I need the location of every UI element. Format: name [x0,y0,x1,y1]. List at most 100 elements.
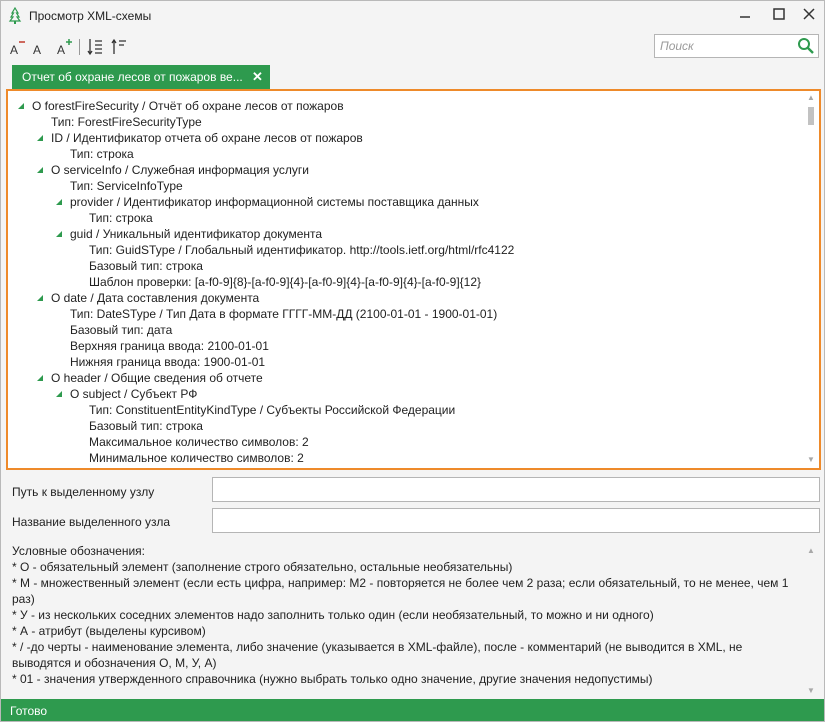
expand-arrow-icon[interactable] [37,375,43,381]
tree-node[interactable]: ID / Идентификатор отчета об охране лесо… [37,131,363,147]
tree-node-detail[interactable]: Базовый тип: строка [89,259,203,275]
tree-node[interactable]: О subject / Субъект РФ [56,387,197,403]
node-name-label: Название выделенного узла [12,515,171,529]
tree-node-detail[interactable]: Тип: ConstituentEntityKindType / Субъект… [89,403,455,419]
tree-node-label: guid / Уникальный идентификатор документ… [70,227,323,241]
expand-arrow-icon[interactable] [18,103,24,109]
status-text: Готово [10,704,48,718]
svg-text:A: A [57,43,65,57]
font-decrease-icon[interactable]: A [9,37,27,57]
maximize-icon [773,8,785,20]
tree-node-label: Шаблон проверки: [a-f0-9]{8}-[a-f0-9]{4}… [89,275,482,289]
tree-node-detail[interactable]: Минимальное количество символов: 2 [89,451,304,467]
tree-node-detail[interactable]: Тип: строка [70,147,134,163]
minimize-button[interactable] [731,5,759,27]
path-field[interactable] [212,477,820,502]
tree-node-label: О date / Дата составления документа [51,291,260,305]
legend-scroll-up-icon[interactable]: ▲ [805,546,817,556]
svg-text:A: A [33,43,41,57]
tree-node-label: О serviceInfo / Служебная информация усл… [51,163,309,177]
legend-line: * 01 - значения утвержденного справочник… [12,672,653,686]
tab-close-icon[interactable]: ✕ [252,69,263,85]
tree-node-label: Верхняя граница ввода: 2100-01-01 [70,339,269,353]
tree-node-label: Базовый тип: дата [70,323,173,337]
tree-node-detail[interactable]: Базовый тип: строка [89,419,203,435]
tree-node-detail[interactable]: Базовый тип: дата [70,323,172,339]
status-bar: Готово [1,699,824,721]
xml-schema-viewer-window: Просмотр XML-схемы A A A Поиск Отчет об … [0,0,825,722]
tree-node-detail[interactable]: Тип: ServiceInfoType [70,179,183,195]
legend-text: Условные обозначения: * О - обязательный … [12,543,804,698]
schema-tree-panel[interactable]: О forestFireSecurity / Отчёт об охране л… [6,89,821,470]
expand-arrow-icon[interactable] [56,231,62,237]
search-box [654,34,819,58]
tree-node[interactable]: О forestFireSecurity / Отчёт об охране л… [18,99,344,115]
expand-arrow-icon[interactable] [37,295,43,301]
legend-line: * / -до черты - наименование элемента, л… [12,640,743,670]
scroll-thumb[interactable] [808,107,814,125]
expand-all-icon[interactable] [87,37,103,57]
tree-node-label: О header / Общие сведения об отчете [51,371,263,385]
legend-line: * М - множественный элемент (если есть ц… [12,576,789,606]
tree-node-detail[interactable]: Шаблон проверки: [a-f0-9]{8}-[a-f0-9]{4}… [89,275,481,291]
tree-node-detail[interactable]: Верхняя граница ввода: 2100-01-01 [70,339,269,355]
close-window-button[interactable] [795,5,823,27]
tree-node-detail[interactable]: Тип: ForestFireSecurityType [51,115,202,131]
close-icon [803,8,815,20]
legend-line: * А - атрибут (выделены курсивом) [12,624,206,638]
tree-scrollbar[interactable]: ▲ ▼ [805,93,817,467]
tree-node-detail[interactable]: Тип: строка [89,211,153,227]
expand-arrow-icon[interactable] [37,167,43,173]
tree-node-label: Тип: ConstituentEntityKindType / Субъект… [89,403,456,417]
document-tab[interactable]: Отчет об охране лесов от пожаров ве... ✕ [12,65,270,90]
legend-scroll-down-icon[interactable]: ▼ [805,686,817,696]
node-name-field[interactable] [212,508,820,533]
font-increase-icon[interactable]: A [56,37,74,57]
tree-node-label: О subject / Субъект РФ [70,387,198,401]
expand-arrow-icon[interactable] [56,199,62,205]
window-title: Просмотр XML-схемы [29,9,152,23]
tree-node-label: Тип: строка [70,147,134,161]
tree-node-label: Нижняя граница ввода: 1900-01-01 [70,355,266,369]
expand-arrow-icon[interactable] [56,391,62,397]
app-tree-icon [8,7,22,24]
legend-line: Условные обозначения: [12,544,145,558]
tree-node-label: Максимальное количество символов: 2 [89,435,309,449]
search-icon[interactable] [796,37,816,55]
tree-node-detail[interactable]: Максимальное количество символов: 2 [89,435,309,451]
legend-scrollbar[interactable]: ▲ ▼ [805,546,817,696]
legend-line: * У - из нескольких соседних элементов н… [12,608,654,622]
tree-node[interactable]: О date / Дата составления документа [37,291,259,307]
scroll-down-icon[interactable]: ▼ [805,455,817,465]
tree-node[interactable]: О serviceInfo / Служебная информация усл… [37,163,309,179]
font-reset-icon[interactable]: A [32,37,46,57]
maximize-button[interactable] [765,5,793,27]
tree-node-label: Базовый тип: строка [89,419,203,433]
tree-node-label: Тип: строка [89,211,153,225]
legend-line: * О - обязательный элемент (заполнение с… [12,560,513,574]
tree-node-detail[interactable]: Тип: DateSType / Тип Дата в формате ГГГГ… [70,307,497,323]
tree-node-label: provider / Идентификатор информационной … [70,195,479,209]
search-input[interactable] [656,36,794,56]
tree-node-detail[interactable]: Тип: GuidSType / Глобальный идентификато… [89,243,514,259]
tab-label: Отчет об охране лесов от пожаров ве... [22,70,243,84]
title-bar: Просмотр XML-схемы [1,1,824,31]
tree-node[interactable]: guid / Уникальный идентификатор документ… [56,227,322,243]
tree-node[interactable]: О header / Общие сведения об отчете [37,371,263,387]
tree-node-detail[interactable]: Нижняя граница ввода: 1900-01-01 [70,355,265,371]
tree-node-label: Базовый тип: строка [89,259,203,273]
toolbar-separator [79,39,80,55]
scroll-up-icon[interactable]: ▲ [805,93,817,103]
collapse-all-icon[interactable] [111,37,127,57]
tree-node[interactable]: provider / Идентификатор информационной … [56,195,479,211]
expand-arrow-icon[interactable] [37,135,43,141]
minimize-icon [740,16,750,18]
tree-node-label: О forestFireSecurity / Отчёт об охране л… [32,99,344,113]
tree-node-label: Тип: GuidSType / Глобальный идентификато… [89,243,515,257]
svg-text:A: A [10,43,18,57]
tree-node-label: Минимальное количество символов: 2 [89,451,304,465]
tree-node-label: Тип: ServiceInfoType [70,179,183,193]
tree-node-label: Тип: ForestFireSecurityType [51,115,202,129]
path-label: Путь к выделенному узлу [12,485,155,499]
tree-node-label: Тип: DateSType / Тип Дата в формате ГГГГ… [70,307,498,321]
